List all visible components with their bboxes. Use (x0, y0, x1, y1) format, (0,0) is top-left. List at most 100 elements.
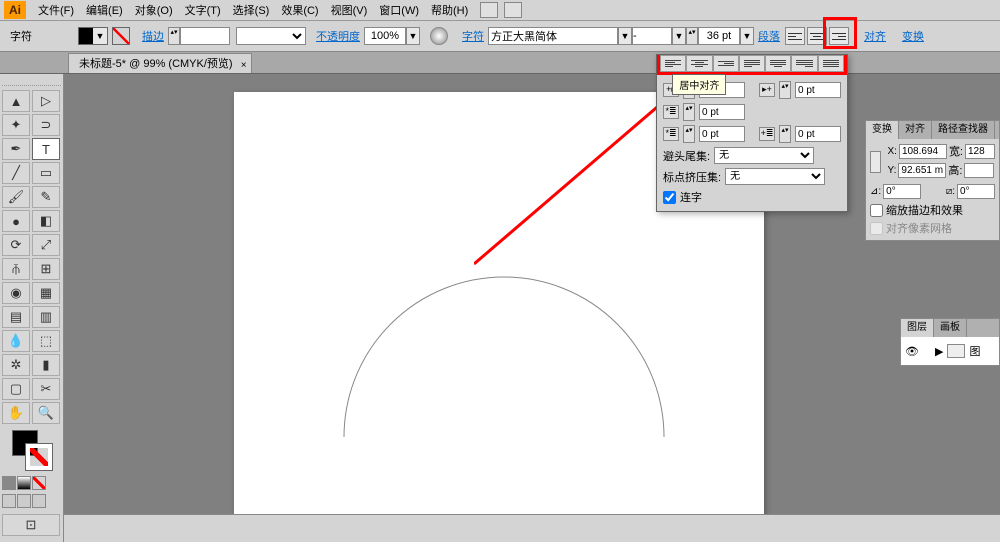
perspective-tool[interactable]: ▦ (32, 282, 60, 304)
rotate-tool[interactable]: ⟳ (2, 234, 30, 256)
paragraph-link[interactable]: 段落 (758, 28, 780, 44)
brush-select[interactable] (236, 27, 306, 45)
expand-icon[interactable]: ▶ (935, 345, 943, 358)
reference-point[interactable] (870, 151, 881, 173)
indent-right-input[interactable] (795, 82, 841, 98)
line-tool[interactable]: ╱ (2, 162, 30, 184)
layer-name[interactable]: 图 (969, 343, 980, 359)
none-mode-btn[interactable] (32, 476, 46, 490)
x-input[interactable] (899, 144, 947, 159)
indent-right-spinner[interactable]: ▴▾ (779, 81, 791, 99)
angle-input[interactable] (883, 184, 921, 199)
stroke-link[interactable]: 描边 (142, 28, 164, 44)
h-input[interactable] (964, 163, 994, 178)
style-dropdown-icon[interactable]: ▼ (672, 27, 686, 45)
shape-builder-tool[interactable]: ◉ (2, 282, 30, 304)
stroke-spinner[interactable]: ▴▾ (168, 27, 180, 45)
align-center-btn[interactable] (807, 27, 827, 45)
para-justify-left[interactable] (739, 55, 765, 72)
first-line-spinner[interactable]: ▴▾ (683, 103, 695, 121)
font-family-select[interactable] (488, 27, 618, 45)
y-input[interactable] (898, 163, 946, 178)
character-link[interactable]: 字符 (462, 28, 484, 44)
scale-strokes-checkbox[interactable] (870, 204, 883, 217)
space-after-input[interactable] (795, 126, 841, 142)
mesh-tool[interactable]: ▤ (2, 306, 30, 328)
eraser-tool[interactable]: ◧ (32, 210, 60, 232)
opacity-input[interactable] (364, 27, 406, 45)
stroke-weight-input[interactable] (180, 27, 230, 45)
shear-input[interactable] (957, 184, 995, 199)
transform-panel-link[interactable]: 变换 (902, 28, 924, 44)
layer-row[interactable]: 👁 ▶ 图 (901, 337, 999, 365)
menu-select[interactable]: 选择(S) (227, 2, 276, 18)
hyphen-select[interactable]: 无 (714, 147, 814, 164)
toolbox-grip[interactable] (2, 78, 61, 86)
ligature-checkbox[interactable] (663, 191, 676, 204)
eyedropper-tool[interactable]: 💧 (2, 330, 30, 352)
recolor-icon[interactable] (430, 27, 448, 45)
hand-tool[interactable]: ✋ (2, 402, 30, 424)
direct-selection-tool[interactable]: ▷ (32, 90, 60, 112)
space-after-spinner[interactable]: ▴▾ (779, 125, 791, 143)
menu-edit[interactable]: 编辑(E) (80, 2, 129, 18)
color-mode-btn[interactable] (2, 476, 16, 490)
tab-align[interactable]: 对齐 (899, 121, 932, 139)
stroke-color[interactable] (26, 444, 52, 470)
fill-stroke-indicator[interactable] (12, 430, 52, 470)
w-input[interactable] (965, 144, 995, 159)
opacity-dropdown[interactable]: ▼ (406, 27, 420, 45)
kinsoku-select[interactable]: 无 (725, 168, 825, 185)
screen-mode-icon[interactable] (504, 2, 522, 18)
opacity-link[interactable]: 不透明度 (316, 28, 360, 44)
font-style-select[interactable] (632, 27, 672, 45)
stroke-swatch[interactable] (112, 27, 130, 45)
para-justify-all[interactable] (818, 55, 844, 72)
fill-swatch[interactable]: ▼ (78, 27, 108, 45)
align-panel-link[interactable]: 对齐 (864, 28, 886, 44)
para-justify-right[interactable] (791, 55, 817, 72)
eye-icon[interactable]: 👁 (905, 345, 919, 358)
screen-mode-tool[interactable]: ⊡ (2, 514, 60, 536)
para-align-right[interactable] (713, 55, 739, 72)
width-tool[interactable]: ⫚ (2, 258, 30, 280)
para-align-left[interactable] (660, 55, 686, 72)
zoom-tool[interactable]: 🔍 (32, 402, 60, 424)
pen-tool[interactable]: ✒ (2, 138, 30, 160)
close-icon[interactable]: × (241, 56, 247, 76)
draw-inside-btn[interactable] (32, 494, 46, 508)
align-left-btn[interactable] (785, 27, 805, 45)
tab-artboards[interactable]: 画板 (934, 319, 967, 337)
blob-brush-tool[interactable]: ● (2, 210, 30, 232)
menu-view[interactable]: 视图(V) (325, 2, 374, 18)
lasso-tool[interactable]: ⊃ (32, 114, 60, 136)
doc-arrange-icon[interactable] (480, 2, 498, 18)
artboard-tool[interactable]: ▢ (2, 378, 30, 400)
tab-pathfinder[interactable]: 路径查找器 (932, 121, 995, 139)
type-tool[interactable]: T (32, 138, 60, 160)
magic-wand-tool[interactable]: ✦ (2, 114, 30, 136)
scale-tool[interactable]: ⤢ (32, 234, 60, 256)
font-dropdown-icon[interactable]: ▼ (618, 27, 632, 45)
para-align-center[interactable]: 居中对齐 (686, 55, 712, 72)
slice-tool[interactable]: ✂ (32, 378, 60, 400)
symbol-sprayer-tool[interactable]: ✲ (2, 354, 30, 376)
selection-tool[interactable]: ▲ (2, 90, 30, 112)
path-text-group[interactable]: ai教程之路径文字 ai教程之路径文字 ai教程之路径文字 (324, 222, 684, 322)
blend-tool[interactable]: ⬚ (32, 330, 60, 352)
align-right-btn[interactable] (829, 27, 849, 45)
gradient-mode-btn[interactable] (17, 476, 31, 490)
menu-help[interactable]: 帮助(H) (425, 2, 474, 18)
free-transform-tool[interactable]: ⊞ (32, 258, 60, 280)
draw-behind-btn[interactable] (17, 494, 31, 508)
canvas-area[interactable]: ai教程之路径文字 ai教程之路径文字 ai教程之路径文字 (64, 74, 1000, 514)
column-graph-tool[interactable]: ▮ (32, 354, 60, 376)
space-before-spinner[interactable]: ▴▾ (683, 125, 695, 143)
draw-normal-btn[interactable] (2, 494, 16, 508)
font-size-input[interactable] (698, 27, 740, 45)
document-tab[interactable]: 未标题-5* @ 99% (CMYK/预览) × (68, 53, 252, 73)
menu-type[interactable]: 文字(T) (179, 2, 227, 18)
pencil-tool[interactable]: ✎ (32, 186, 60, 208)
menu-object[interactable]: 对象(O) (129, 2, 179, 18)
tab-layers[interactable]: 图层 (901, 319, 934, 337)
